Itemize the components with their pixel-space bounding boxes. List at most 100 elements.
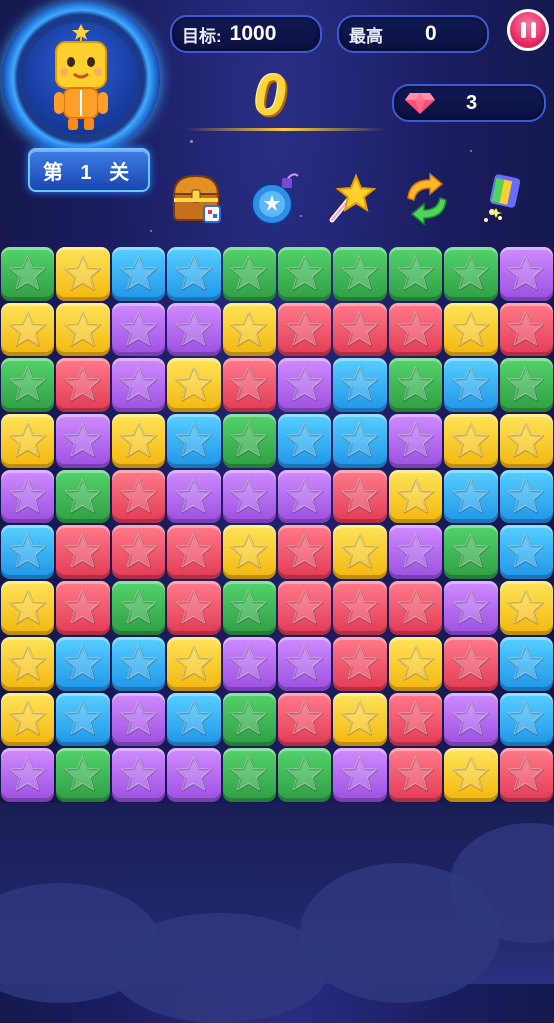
- star-tile-yellow[interactable]: [1, 581, 55, 635]
- star-tile-green[interactable]: [277, 247, 332, 301]
- star-tile-red[interactable]: [56, 525, 110, 580]
- star-tile-red[interactable]: [277, 525, 332, 580]
- star-tile-green[interactable]: [222, 748, 276, 802]
- star-tile-red[interactable]: [56, 358, 110, 413]
- star-tile-purple[interactable]: [277, 636, 332, 691]
- star-tile-purple[interactable]: [56, 414, 110, 468]
- star-tile-green[interactable]: [444, 525, 498, 580]
- star-tile-green[interactable]: [56, 469, 110, 524]
- star-tile-purple[interactable]: [167, 302, 221, 357]
- gem-counter[interactable]: 3: [392, 84, 546, 122]
- star-tile-yellow[interactable]: [444, 302, 498, 357]
- star-tile-red[interactable]: [499, 748, 553, 802]
- star-tile-purple[interactable]: [222, 469, 276, 524]
- star-tile-purple[interactable]: [444, 581, 498, 635]
- star-tile-yellow[interactable]: [1, 636, 55, 691]
- star-tile-blue[interactable]: [277, 414, 332, 468]
- star-tile-blue[interactable]: [499, 525, 553, 580]
- star-tile-purple[interactable]: [444, 692, 498, 747]
- star-tile-green[interactable]: [388, 358, 443, 413]
- magic-wand-button[interactable]: [320, 168, 382, 230]
- star-tile-green[interactable]: [222, 581, 276, 635]
- pause-button[interactable]: [507, 9, 549, 51]
- star-tile-red[interactable]: [333, 581, 387, 635]
- star-tile-green[interactable]: [1, 358, 55, 413]
- star-tile-blue[interactable]: [444, 469, 498, 524]
- star-tile-blue[interactable]: [111, 247, 166, 301]
- star-tile-yellow[interactable]: [56, 247, 110, 301]
- star-tile-red[interactable]: [333, 302, 387, 357]
- star-tile-yellow[interactable]: [499, 414, 553, 468]
- star-tile-red[interactable]: [167, 581, 221, 635]
- star-tile-blue[interactable]: [111, 636, 166, 691]
- star-tile-red[interactable]: [277, 302, 332, 357]
- star-tile-green[interactable]: [222, 247, 276, 301]
- star-tile-yellow[interactable]: [1, 692, 55, 747]
- star-tile-purple[interactable]: [167, 748, 221, 802]
- star-tile-purple[interactable]: [333, 748, 387, 802]
- star-tile-red[interactable]: [388, 302, 443, 357]
- star-tile-green[interactable]: [444, 247, 498, 301]
- star-tile-red[interactable]: [277, 692, 332, 747]
- star-tile-yellow[interactable]: [333, 525, 387, 580]
- star-tile-purple[interactable]: [499, 247, 553, 301]
- star-tile-yellow[interactable]: [333, 692, 387, 747]
- star-tile-blue[interactable]: [499, 469, 553, 524]
- star-tile-yellow[interactable]: [56, 302, 110, 357]
- star-tile-purple[interactable]: [222, 636, 276, 691]
- star-tile-red[interactable]: [499, 302, 553, 357]
- star-tile-blue[interactable]: [56, 692, 110, 747]
- star-tile-blue[interactable]: [56, 636, 110, 691]
- star-tile-yellow[interactable]: [167, 358, 221, 413]
- star-tile-yellow[interactable]: [1, 302, 55, 357]
- star-tile-red[interactable]: [167, 525, 221, 580]
- star-tile-green[interactable]: [388, 247, 443, 301]
- star-tile-red[interactable]: [56, 581, 110, 635]
- rainbow-paint-button[interactable]: [472, 168, 534, 230]
- star-tile-purple[interactable]: [111, 358, 166, 413]
- star-tile-yellow[interactable]: [222, 302, 276, 357]
- star-tile-red[interactable]: [333, 469, 387, 524]
- star-tile-blue[interactable]: [167, 247, 221, 301]
- star-tile-blue[interactable]: [499, 636, 553, 691]
- star-tile-green[interactable]: [277, 748, 332, 802]
- star-tile-blue[interactable]: [167, 692, 221, 747]
- star-tile-yellow[interactable]: [388, 469, 443, 524]
- bomb-button[interactable]: [244, 168, 306, 230]
- star-tile-red[interactable]: [388, 581, 443, 635]
- treasure-chest-button[interactable]: [168, 168, 230, 230]
- star-tile-red[interactable]: [388, 748, 443, 802]
- star-tile-yellow[interactable]: [222, 525, 276, 580]
- star-tile-blue[interactable]: [333, 414, 387, 468]
- star-tile-green[interactable]: [56, 748, 110, 802]
- star-tile-blue[interactable]: [444, 358, 498, 413]
- star-tile-purple[interactable]: [167, 469, 221, 524]
- star-tile-blue[interactable]: [333, 358, 387, 413]
- star-tile-purple[interactable]: [1, 469, 55, 524]
- star-tile-red[interactable]: [388, 692, 443, 747]
- star-tile-yellow[interactable]: [1, 414, 55, 468]
- star-tile-red[interactable]: [111, 525, 166, 580]
- star-tile-red[interactable]: [333, 636, 387, 691]
- star-tile-yellow[interactable]: [167, 636, 221, 691]
- refresh-button[interactable]: [396, 168, 458, 230]
- star-tile-purple[interactable]: [1, 748, 55, 802]
- star-tile-red[interactable]: [277, 581, 332, 635]
- star-tile-purple[interactable]: [388, 414, 443, 468]
- star-tile-green[interactable]: [1, 247, 55, 301]
- star-tile-blue[interactable]: [499, 692, 553, 747]
- star-tile-yellow[interactable]: [388, 636, 443, 691]
- star-tile-yellow[interactable]: [444, 414, 498, 468]
- star-tile-red[interactable]: [222, 358, 276, 413]
- star-tile-blue[interactable]: [1, 525, 55, 580]
- star-tile-red[interactable]: [444, 636, 498, 691]
- star-tile-purple[interactable]: [111, 692, 166, 747]
- star-tile-yellow[interactable]: [499, 581, 553, 635]
- star-tile-blue[interactable]: [167, 414, 221, 468]
- star-tile-purple[interactable]: [111, 748, 166, 802]
- star-tile-yellow[interactable]: [444, 748, 498, 802]
- star-tile-green[interactable]: [499, 358, 553, 413]
- star-tile-red[interactable]: [111, 469, 166, 524]
- star-tile-green[interactable]: [111, 581, 166, 635]
- star-tile-purple[interactable]: [277, 469, 332, 524]
